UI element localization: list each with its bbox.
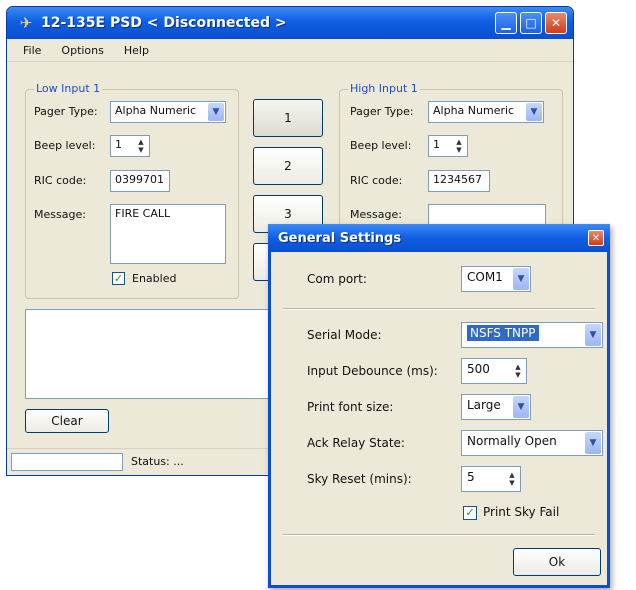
com-port-label: Com port: (307, 272, 367, 286)
serial-mode-select[interactable]: NSFS TNPP ▼ (461, 322, 603, 348)
serial-mode-label: Serial Mode: (307, 328, 382, 342)
dialog-title: General Settings (278, 230, 402, 246)
sky-reset-label: Sky Reset (mins): (307, 472, 412, 486)
com-port-value: COM1 (467, 270, 503, 284)
status-text: Status: ... (131, 455, 184, 468)
sky-reset-value: 5 (467, 470, 475, 484)
minimize-button[interactable]: ▁ (495, 12, 517, 34)
dialog-close-button[interactable]: ✕ (588, 230, 604, 246)
input-debounce-value: 500 (467, 362, 490, 376)
serial-mode-value: NSFS TNPP (467, 325, 539, 341)
low-pager-type-label: Pager Type: (34, 105, 98, 118)
chevron-down-icon[interactable]: ▼ (513, 268, 529, 290)
low-ric-code-input[interactable]: 0399701 (110, 170, 170, 192)
progress-bar (11, 453, 123, 471)
low-input-group: Low Input 1 Pager Type: Alpha Numeric ▼ … (25, 82, 239, 299)
print-font-size-value: Large (467, 398, 501, 412)
low-beep-level-spinner[interactable]: 1 ▲ ▼ (110, 135, 150, 157)
maximize-button[interactable]: □ (520, 12, 542, 34)
dialog-titlebar[interactable]: General Settings ✕ (268, 224, 610, 252)
high-pager-type-value: Alpha Numeric (433, 104, 515, 117)
low-message-label: Message: (34, 208, 86, 221)
high-input-title: High Input 1 (348, 82, 420, 95)
com-port-select[interactable]: COM1 ▼ (461, 266, 531, 292)
low-message-textarea[interactable]: FIRE CALL (110, 204, 226, 264)
separator-bottom (283, 534, 595, 536)
high-ric-code-input[interactable]: 1234567 (428, 170, 490, 192)
ack-relay-select[interactable]: Normally Open ▼ (461, 430, 603, 456)
minimize-icon: ▁ (501, 16, 511, 30)
chevron-down-icon[interactable]: ▼ (585, 432, 601, 454)
print-sky-fail-label: Print Sky Fail (483, 505, 560, 519)
low-enabled-label: Enabled (132, 272, 177, 285)
separator-top (283, 308, 595, 310)
window-controls: ▁ □ ✕ (495, 12, 567, 34)
high-ric-code-value: 1234567 (433, 173, 482, 186)
print-font-size-label: Print font size: (307, 400, 394, 414)
chevron-down-icon[interactable]: ▼ (208, 103, 224, 121)
clear-button-label: Clear (51, 414, 83, 428)
maximize-icon: □ (525, 16, 537, 30)
ok-button-label: Ok (548, 555, 566, 569)
input-1-label: 1 (284, 111, 292, 125)
high-beep-level-spinner[interactable]: 1 ▲ ▼ (428, 135, 468, 157)
high-message-label: Message: (350, 208, 402, 221)
input-debounce-spinner[interactable]: 500 ▲ ▼ (461, 358, 527, 384)
close-icon: ✕ (550, 16, 562, 30)
spin-arrows-icon[interactable]: ▲ ▼ (453, 138, 465, 154)
ack-relay-label: Ack Relay State: (307, 436, 405, 450)
low-beep-level-value: 1 (115, 138, 122, 151)
spin-arrows-icon[interactable]: ▲ ▼ (135, 138, 147, 154)
input-3-label: 3 (284, 207, 292, 221)
menu-bar: File Options Help (7, 39, 573, 62)
high-pager-type-label: Pager Type: (350, 105, 414, 118)
low-ric-code-label: RIC code: (34, 174, 87, 187)
checkmark-icon: ✓ (113, 272, 124, 285)
close-icon: ✕ (591, 232, 601, 244)
sky-reset-spinner[interactable]: 5 ▲ ▼ (461, 466, 521, 492)
low-message-value: FIRE CALL (115, 207, 171, 220)
general-settings-dialog: General Settings ✕ Com port: COM1 ▼ Seri… (268, 224, 610, 588)
menu-help[interactable]: Help (114, 44, 159, 57)
spin-arrows-icon[interactable]: ▲ ▼ (512, 361, 524, 381)
low-input-title: Low Input 1 (34, 82, 103, 95)
input-2-label: 2 (284, 159, 292, 173)
menu-file[interactable]: File (13, 44, 51, 57)
low-pager-type-select[interactable]: Alpha Numeric ▼ (110, 101, 226, 123)
chevron-down-icon[interactable]: ▼ (513, 396, 529, 418)
high-beep-level-value: 1 (433, 138, 440, 151)
clear-button[interactable]: Clear (25, 409, 109, 433)
checkmark-icon: ✓ (465, 506, 475, 519)
input-2-button[interactable]: 2 (253, 147, 323, 185)
menu-options[interactable]: Options (51, 44, 113, 57)
high-pager-type-select[interactable]: Alpha Numeric ▼ (428, 101, 544, 123)
low-pager-type-value: Alpha Numeric (115, 104, 197, 117)
input-debounce-label: Input Debounce (ms): (307, 364, 438, 378)
ok-button[interactable]: Ok (513, 548, 601, 576)
high-beep-level-label: Beep level: (350, 139, 412, 152)
low-enabled-checkbox[interactable]: ✓ (112, 272, 125, 285)
low-beep-level-label: Beep level: (34, 139, 96, 152)
chevron-down-icon[interactable]: ▼ (585, 324, 601, 346)
pager-icon: ✈ (19, 14, 33, 32)
input-1-button[interactable]: 1 (253, 99, 323, 137)
print-sky-fail-checkbox[interactable]: ✓ (463, 506, 477, 520)
ack-relay-value: Normally Open (467, 434, 557, 448)
high-ric-code-label: RIC code: (350, 174, 403, 187)
low-ric-code-value: 0399701 (115, 173, 164, 186)
window-title: 12-135E PSD < Disconnected > (41, 15, 287, 31)
chevron-down-icon[interactable]: ▼ (526, 103, 542, 121)
print-font-size-select[interactable]: Large ▼ (461, 394, 531, 420)
spin-arrows-icon[interactable]: ▲ ▼ (506, 469, 518, 489)
close-button[interactable]: ✕ (545, 12, 567, 34)
main-titlebar[interactable]: ✈ 12-135E PSD < Disconnected > ▁ □ ✕ (7, 7, 573, 39)
